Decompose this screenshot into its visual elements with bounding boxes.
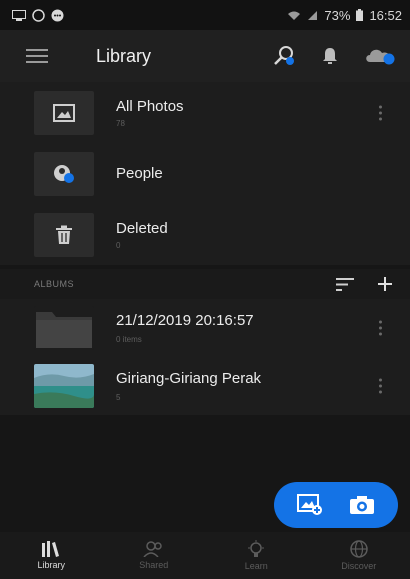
app-bar-actions	[272, 45, 396, 67]
add-photos-icon[interactable]	[297, 494, 323, 516]
trash-icon	[56, 225, 72, 244]
status-bar: 73% 16:52	[0, 0, 410, 30]
photo-icon	[53, 103, 75, 122]
nav-label: Library	[37, 560, 65, 570]
battery-percent: 73%	[324, 7, 351, 23]
library-item-thumb	[34, 90, 94, 135]
more-options-icon[interactable]	[379, 105, 382, 120]
bell-icon[interactable]	[322, 47, 338, 65]
album-title: Giriang-Giriang Perak	[116, 370, 262, 387]
status-system: 73% 16:52	[287, 8, 402, 23]
battery-icon	[356, 9, 364, 21]
album-item[interactable]: Giriang-Giriang Perak 5	[0, 357, 410, 415]
folder-icon	[34, 306, 94, 350]
lightbulb-icon	[248, 540, 265, 557]
menu-icon[interactable]	[26, 49, 48, 63]
signal-icon	[308, 10, 318, 20]
whatsapp-icon	[32, 8, 45, 22]
library-item-label: All Photos	[116, 97, 184, 115]
album-title: 21/12/2019 20:16:57	[116, 312, 254, 329]
cast-icon	[12, 9, 26, 21]
people-icon	[54, 164, 74, 183]
library-icon	[42, 541, 60, 557]
album-list: 21/12/2019 20:16:57 0 items Giriang-Giri…	[0, 299, 410, 415]
albums-section-title: ALBUMS	[34, 279, 75, 289]
bottom-nav: Library Shared Learn Discover	[0, 532, 410, 579]
nav-label: Discover	[341, 561, 377, 571]
library-item-count: 0	[116, 240, 121, 250]
add-album-icon[interactable]	[378, 277, 392, 291]
album-thumb-photo	[34, 364, 94, 408]
library-item-thumb	[34, 212, 94, 257]
library-item-thumb	[34, 151, 94, 196]
camera-icon[interactable]	[349, 495, 375, 515]
nav-discover[interactable]: Discover	[308, 532, 410, 579]
library-item-all-photos[interactable]: All Photos 78	[0, 82, 410, 143]
sort-icon[interactable]	[336, 277, 354, 291]
nav-label: Shared	[139, 560, 169, 570]
nav-label: Learn	[244, 561, 268, 571]
nav-learn[interactable]: Learn	[205, 532, 308, 579]
landscape-photo	[34, 364, 94, 408]
page-title: Library	[96, 45, 152, 66]
clock: 16:52	[369, 7, 402, 23]
search-people-icon[interactable]	[272, 45, 296, 67]
status-notifications	[12, 8, 64, 22]
library-item-deleted[interactable]: Deleted 0	[0, 204, 410, 265]
nav-library[interactable]: Library	[0, 532, 103, 579]
add-photos-fab	[274, 482, 398, 528]
cloud-sync-icon[interactable]	[364, 46, 396, 66]
library-item-count: 78	[116, 118, 125, 128]
more-options-icon[interactable]	[379, 320, 382, 336]
albums-header: ALBUMS	[0, 269, 410, 299]
library-item-label: Deleted	[116, 219, 168, 237]
library-item-label: People	[116, 165, 163, 182]
album-thumb-folder	[34, 306, 94, 350]
album-count: 5	[116, 393, 121, 402]
more-options-icon[interactable]	[379, 378, 382, 394]
library-item-people[interactable]: People	[0, 143, 410, 204]
wifi-icon	[288, 11, 301, 20]
nav-shared[interactable]: Shared	[103, 532, 206, 579]
library-list: All Photos 78 People Deleted 0	[0, 82, 410, 265]
albums-header-actions	[336, 277, 392, 291]
globe-icon	[350, 540, 368, 558]
shared-people-icon	[143, 541, 162, 557]
album-item[interactable]: 21/12/2019 20:16:57 0 items	[0, 299, 410, 357]
album-count: 0 items	[116, 335, 142, 344]
chat-icon	[51, 9, 64, 21]
app-bar: Library	[0, 30, 410, 82]
